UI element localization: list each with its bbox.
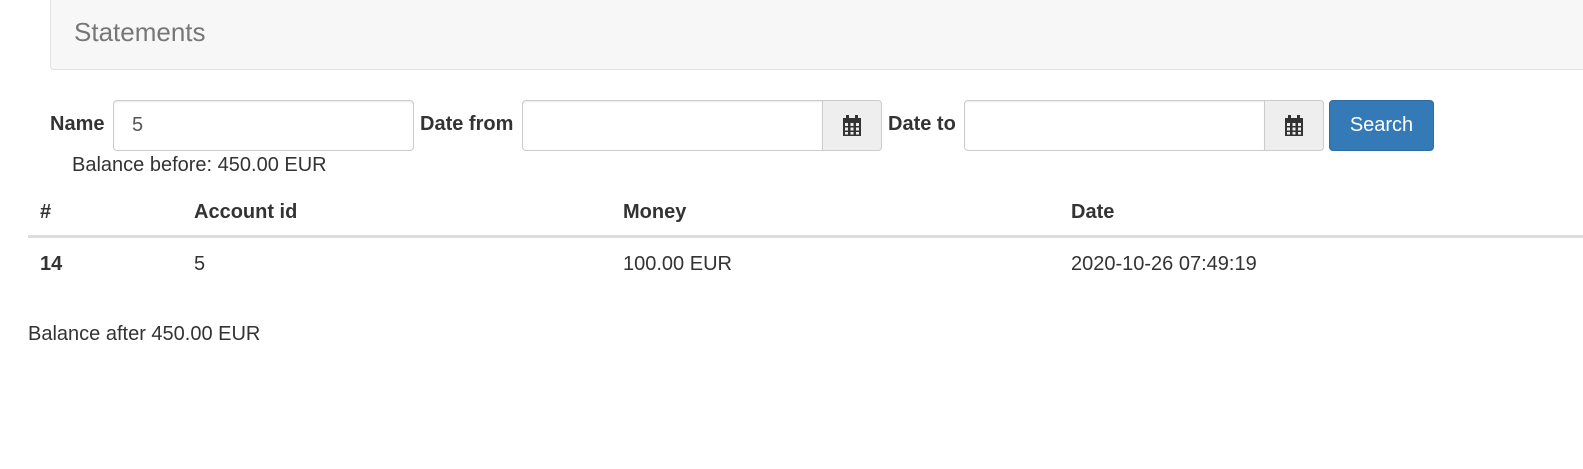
balance-before: Balance before: 450.00 EUR: [72, 154, 327, 176]
statements-table: # Account id Money Date 14 5 100.00 EUR …: [28, 190, 1583, 292]
column-header-account-id: Account id: [182, 190, 611, 238]
name-label: Name: [50, 113, 105, 135]
calendar-icon: [843, 114, 861, 136]
search-button[interactable]: Search: [1329, 100, 1434, 151]
column-header-money: Money: [611, 190, 1059, 238]
table-header-row: # Account id Money Date: [28, 190, 1583, 238]
page-header: Statements: [50, 0, 1583, 70]
table-row: 14 5 100.00 EUR 2020-10-26 07:49:19: [28, 236, 1583, 292]
name-input[interactable]: [113, 100, 414, 151]
row-date-cell: 2020-10-26 07:49:19: [1071, 253, 1257, 276]
row-money-cell: 100.00 EUR: [623, 253, 732, 276]
row-id-cell: 14: [40, 253, 63, 276]
calendar-icon: [1285, 114, 1303, 136]
date-to-label: Date to: [888, 113, 956, 135]
row-account-id-cell: 5: [194, 253, 206, 276]
column-header-id: #: [28, 190, 182, 238]
date-to-calendar-button[interactable]: [1265, 100, 1324, 151]
date-from-label: Date from: [420, 113, 514, 135]
date-from-input[interactable]: [522, 100, 823, 151]
column-header-date: Date: [1059, 190, 1583, 238]
balance-after: Balance after 450.00 EUR: [28, 323, 261, 345]
date-to-input[interactable]: [964, 100, 1265, 151]
date-from-calendar-button[interactable]: [823, 100, 882, 151]
page-title: Statements: [74, 17, 206, 47]
